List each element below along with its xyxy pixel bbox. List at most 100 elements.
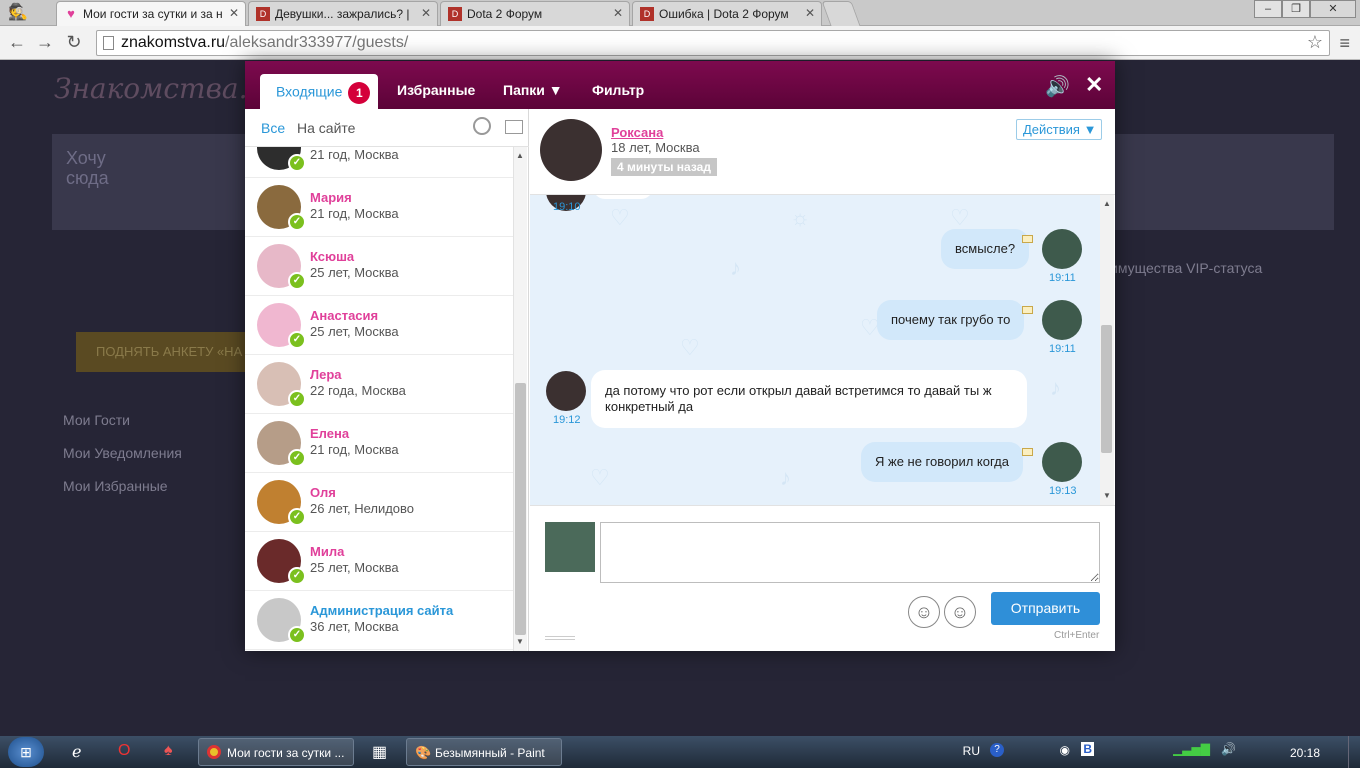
- menu-favorites[interactable]: Мои Избранные: [63, 478, 168, 494]
- tab-close-icon[interactable]: ✕: [805, 6, 815, 20]
- online-check-icon: ✓: [288, 508, 306, 526]
- list-item[interactable]: ✓ Анастасия 25 лет, Москва: [245, 296, 513, 355]
- list-item[interactable]: ✓ Ксюша 25 лет, Москва: [245, 237, 513, 296]
- list-item[interactable]: ✓ Мария 21 год, Москва: [245, 178, 513, 237]
- contact-info: 25 лет, Москва: [310, 324, 399, 339]
- new-tab-button[interactable]: [821, 1, 861, 26]
- message-input[interactable]: [600, 522, 1100, 583]
- tab-close-icon[interactable]: ✕: [613, 6, 623, 20]
- language-indicator[interactable]: RU: [963, 744, 980, 758]
- search-icon[interactable]: [473, 117, 491, 135]
- contact-name: Мария: [310, 190, 352, 205]
- folder-icon[interactable]: [505, 120, 523, 134]
- taskbar-item-chrome[interactable]: Мои гости за сутки ...: [198, 738, 354, 766]
- address-bar[interactable]: znakomstva.ru/aleksandr333977/guests/ ☆: [96, 30, 1330, 56]
- send-shortcut-hint: Ctrl+Enter: [1054, 630, 1100, 641]
- start-button[interactable]: ⊞: [8, 737, 44, 767]
- tab-title: Девушки... зажрались? |: [275, 7, 410, 21]
- list-item[interactable]: ✓ Оля 26 лет, Нелидово: [245, 473, 513, 532]
- photo-smile-icon[interactable]: ☺: [908, 596, 940, 628]
- contact-info: 26 лет, Нелидово: [310, 501, 415, 516]
- bookmark-star-icon[interactable]: ☆: [1307, 32, 1323, 53]
- contact-name: Оля: [310, 485, 336, 500]
- tab-close-icon[interactable]: ✕: [421, 6, 431, 20]
- tile-want-here[interactable]: Хочу сюда: [66, 148, 126, 188]
- browser-tab-dota-forum[interactable]: D Dota 2 Форум ✕: [440, 1, 630, 26]
- poker-icon[interactable]: ♠: [164, 742, 173, 760]
- incognito-icon: 🕵: [8, 4, 28, 21]
- tab-filter[interactable]: Фильтр: [592, 82, 644, 98]
- message-text: Я же не говорил когда: [875, 454, 1009, 469]
- browser-toolbar: ← → ↻ znakomstva.ru/aleksandr333977/gues…: [0, 26, 1360, 60]
- taskbar-item-label: Безымянный - Paint: [435, 746, 545, 760]
- dota-icon: D: [256, 7, 270, 21]
- window-close-button[interactable]: ✕: [1310, 0, 1356, 18]
- clock[interactable]: 20:18: [1290, 746, 1320, 760]
- emoji-icon[interactable]: ☺: [944, 596, 976, 628]
- messenger-modal: Входящие 1 Избранные Папки ▼ Фильтр 🔊 ✕ В…: [245, 61, 1115, 651]
- dota-icon: D: [448, 7, 462, 21]
- tab-inbox-label: Входящие: [276, 83, 343, 100]
- back-icon[interactable]: ←: [6, 32, 28, 53]
- scroll-thumb[interactable]: [1101, 325, 1112, 453]
- resize-grip[interactable]: [545, 636, 575, 640]
- tab-inbox[interactable]: Входящие 1: [260, 74, 378, 109]
- scroll-up-icon[interactable]: ▲: [516, 151, 524, 160]
- ie-icon[interactable]: ℯ: [72, 742, 81, 762]
- list-item[interactable]: ✓ Администрация сайта 36 лет, Москва: [245, 591, 513, 650]
- taskbar-item-paint[interactable]: 🎨 Безымянный - Paint: [406, 738, 562, 766]
- pattern-note-icon: ♪: [1050, 375, 1061, 400]
- message-time: 19:13: [1049, 485, 1077, 497]
- messages-scrollbar[interactable]: ▲ ▼: [1100, 195, 1114, 505]
- list-item[interactable]: ✓ Елена 21 год, Москва: [245, 414, 513, 473]
- send-button[interactable]: Отправить: [991, 592, 1100, 625]
- scroll-down-icon[interactable]: ▼: [516, 637, 524, 646]
- online-check-icon: ✓: [288, 390, 306, 408]
- tab-favorites[interactable]: Избранные: [397, 82, 475, 98]
- scroll-up-icon[interactable]: ▲: [1103, 199, 1111, 208]
- browser-tab-error[interactable]: D Ошибка | Dota 2 Форум ✕: [632, 1, 822, 26]
- browser-menu-icon[interactable]: ≡: [1339, 33, 1350, 54]
- message-bubble-outgoing: Я же не говорил когда: [861, 442, 1023, 482]
- reload-icon[interactable]: ↻: [63, 32, 85, 53]
- list-item[interactable]: ✓ 21 год, Москва: [245, 147, 513, 178]
- contact-name: Ксюша: [310, 249, 355, 264]
- contact-info: 22 года, Москва: [310, 383, 406, 398]
- online-check-icon: ✓: [288, 567, 306, 585]
- minimize-button[interactable]: –: [1254, 0, 1282, 18]
- message-bubble-outgoing: почему так грубо то: [877, 300, 1025, 340]
- browser-tab-guests[interactable]: ♥ Мои гости за сутки и за н ✕: [56, 1, 246, 27]
- message-time: 19:10: [553, 201, 581, 213]
- menu-my-guests[interactable]: Мои Гости: [63, 412, 130, 428]
- filter-all[interactable]: Все: [261, 120, 285, 136]
- tray-steam-icon[interactable]: ◉: [1060, 743, 1070, 757]
- maximize-button[interactable]: ❐: [1282, 0, 1310, 18]
- contacts-scrollbar[interactable]: ▲ ▼: [513, 147, 527, 651]
- close-icon[interactable]: ✕: [1085, 72, 1103, 98]
- opera-icon[interactable]: O: [118, 742, 130, 760]
- list-item[interactable]: ✓ Мила 25 лет, Москва: [245, 532, 513, 591]
- browser-tab-girls[interactable]: D Девушки... зажрались? | ✕: [248, 1, 438, 26]
- explorer-icon[interactable]: ▦: [372, 742, 387, 762]
- chat-partner-name[interactable]: Роксана: [611, 125, 663, 140]
- paint-icon: 🎨: [415, 745, 432, 760]
- list-item[interactable]: ✓ Лера 22 года, Москва: [245, 355, 513, 414]
- scroll-thumb[interactable]: [515, 383, 526, 635]
- help-icon[interactable]: ?: [990, 743, 1004, 757]
- forward-icon[interactable]: →: [34, 32, 56, 53]
- tray-network-icon[interactable]: ▁▃▅▇: [1173, 742, 1210, 756]
- show-desktop-button[interactable]: [1348, 736, 1360, 768]
- tab-folders[interactable]: Папки ▼: [503, 82, 563, 98]
- actions-dropdown[interactable]: Действия ▼: [1016, 119, 1102, 140]
- sound-icon[interactable]: 🔊: [1045, 74, 1070, 99]
- tray-volume-icon[interactable]: 🔊: [1221, 742, 1236, 756]
- message-time: 19:12: [553, 414, 581, 426]
- window-controls: – ❐ ✕: [1254, 0, 1356, 18]
- tray-vk-icon[interactable]: В: [1081, 742, 1094, 756]
- raise-profile-button[interactable]: ПОДНЯТЬ АНКЕТУ «НА: [76, 332, 246, 372]
- tab-close-icon[interactable]: ✕: [229, 6, 239, 20]
- menu-notifications[interactable]: Мои Уведомления: [63, 445, 182, 461]
- scroll-down-icon[interactable]: ▼: [1103, 491, 1111, 500]
- avatar[interactable]: [540, 119, 602, 181]
- filter-online[interactable]: На сайте: [297, 120, 355, 136]
